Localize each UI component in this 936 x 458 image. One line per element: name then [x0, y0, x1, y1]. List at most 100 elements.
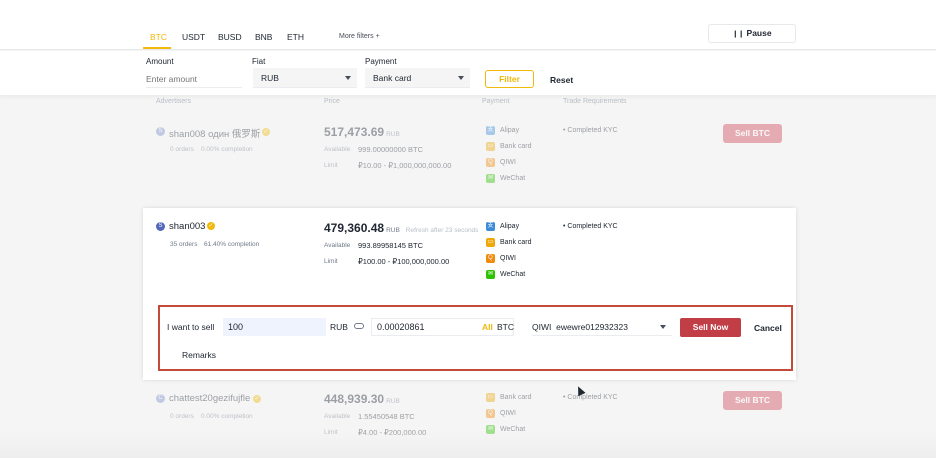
- price: 517,473.69 RUB: [324, 125, 400, 139]
- completion-rate: 0.00% completion: [201, 146, 253, 153]
- limit-label: Limit: [324, 258, 338, 265]
- fiat-select[interactable]: RUB: [253, 68, 357, 88]
- price-value: 517,473.69: [324, 125, 385, 139]
- caret-down-icon: [660, 325, 666, 329]
- available-label: Available: [324, 242, 351, 249]
- tab-btc[interactable]: BTC: [150, 32, 167, 42]
- price: 479,360.48 RUB Refresh after 23 seconds: [324, 221, 478, 235]
- listing-row: S shan008 один 俄罗斯 ✓ 0 orders 0.00% comp…: [143, 120, 796, 200]
- payment-method: QIWI: [500, 255, 516, 262]
- all-button[interactable]: All: [482, 322, 493, 332]
- wechat-icon: ✉: [486, 174, 495, 183]
- completion-rate: 0.00% completion: [201, 413, 253, 420]
- col-price: Price: [324, 98, 340, 105]
- payment-method: Bank card: [500, 239, 532, 246]
- fiat-label: Fiat: [252, 57, 266, 66]
- bottom-fade: [0, 432, 936, 458]
- sell-btc-button[interactable]: Sell BTC: [723, 124, 782, 143]
- qiwi-icon: Q: [486, 409, 495, 418]
- available-label: Available: [324, 146, 351, 153]
- col-trade-requirements: Trade Requirements: [563, 98, 627, 105]
- advertiser-name[interactable]: shan003: [169, 221, 205, 232]
- reset-button[interactable]: Reset: [550, 75, 573, 85]
- bank-card-icon: ▭: [486, 142, 495, 151]
- requirement-text: Completed KYC: [567, 127, 618, 134]
- top-bar: BTC USDT BUSD BNB ETH More filters + ❙❙ …: [0, 0, 936, 50]
- tab-eth[interactable]: ETH: [287, 32, 304, 42]
- verified-icon: ✓: [262, 128, 270, 136]
- wechat-icon: ✉: [486, 270, 495, 279]
- caret-down-icon: [458, 76, 464, 80]
- filter-button[interactable]: Filter: [485, 70, 534, 88]
- pause-button[interactable]: ❙❙ Pause: [708, 24, 796, 43]
- price-value: 448,939.30: [324, 392, 385, 406]
- verified-icon: ✓: [253, 395, 261, 403]
- payment-account-value: ewewre012932323: [556, 322, 628, 332]
- order-count: 0 orders: [170, 146, 194, 153]
- price-unit: RUB: [386, 131, 400, 138]
- fiat-unit: RUB: [330, 322, 348, 332]
- payment-method: Alipay: [500, 127, 520, 134]
- payment-method: WeChat: [500, 175, 526, 182]
- payment-method: Bank card: [500, 394, 532, 401]
- sell-order-panel: I want to sell 100 RUB 0.00020861 All BT…: [158, 305, 793, 371]
- trade-requirement: • Completed KYC: [563, 127, 618, 134]
- payment-select[interactable]: Bank card: [365, 68, 470, 88]
- available-value: 999.00000000 BTC: [358, 145, 424, 154]
- avatar: C: [156, 394, 165, 403]
- trade-requirement: • Completed KYC: [563, 394, 618, 401]
- limit-value: ₽10.00 - ₽1,000,000,000.00: [358, 161, 452, 170]
- more-filters-label: More filters: [339, 33, 374, 40]
- advertiser-name[interactable]: chattest20gezifujfle: [169, 393, 250, 404]
- bank-card-icon: ▭: [486, 238, 495, 247]
- price-unit: RUB: [386, 227, 400, 234]
- tab-bnb[interactable]: BNB: [255, 32, 272, 42]
- amount-label: Amount: [146, 57, 174, 66]
- sell-now-button[interactable]: Sell Now: [680, 318, 741, 337]
- limit-label: Limit: [324, 162, 338, 169]
- advertiser-name[interactable]: shan008 один 俄罗斯: [169, 126, 260, 140]
- payment-method: Alipay: [500, 223, 520, 230]
- amount-input[interactable]: [146, 71, 242, 88]
- limit-value: ₽100.00 - ₽100,000,000.00: [358, 257, 450, 266]
- completion-rate: 61.40% completion: [204, 241, 260, 248]
- fiat-value: RUB: [261, 73, 279, 83]
- fiat-amount-input[interactable]: 100: [223, 318, 326, 336]
- pause-icon: ❙❙: [732, 31, 745, 38]
- available-value: 993.89958145 BTC: [358, 241, 424, 250]
- alipay-icon: 支: [486, 222, 495, 231]
- price-unit: RUB: [386, 398, 400, 405]
- cancel-button[interactable]: Cancel: [754, 323, 782, 333]
- caret-down-icon: [345, 76, 351, 80]
- link-icon: [354, 323, 364, 329]
- payment-method: QIWI: [500, 410, 516, 417]
- tab-usdt[interactable]: USDT: [182, 32, 205, 42]
- want-to-sell-label: I want to sell: [167, 322, 215, 332]
- col-advertisers: Advertisers: [156, 98, 192, 105]
- payment-method-value: QIWI: [532, 322, 552, 332]
- more-filters-link[interactable]: More filters +: [339, 33, 380, 40]
- avatar: S: [156, 127, 165, 136]
- verified-icon: ✓: [207, 222, 215, 230]
- filter-bar: Amount Fiat RUB Payment Bank card Filter…: [0, 51, 936, 96]
- requirement-text: Completed KYC: [567, 394, 618, 401]
- payment-method: Bank card: [500, 143, 532, 150]
- qiwi-icon: Q: [486, 158, 495, 167]
- pause-label: Pause: [746, 28, 772, 38]
- remarks-label: Remarks: [182, 350, 217, 360]
- price: 448,939.30 RUB: [324, 392, 400, 406]
- bank-card-icon: ▭: [486, 393, 495, 402]
- payment-method: QIWI: [500, 159, 516, 166]
- available-label: Available: [324, 413, 351, 420]
- sell-btc-button[interactable]: Sell BTC: [723, 391, 782, 410]
- payment-method: WeChat: [500, 271, 526, 278]
- price-value: 479,360.48: [324, 221, 385, 235]
- payment-account-select[interactable]: QIWI ewewre012932323: [532, 318, 672, 336]
- refresh-countdown: Refresh after 23 seconds: [405, 227, 479, 234]
- avatar: S: [156, 222, 165, 231]
- crypto-unit: BTC: [497, 322, 514, 332]
- alipay-icon: 支: [486, 126, 495, 135]
- order-count: 0 orders: [170, 413, 194, 420]
- tab-busd[interactable]: BUSD: [218, 32, 242, 42]
- col-payment: Payment: [482, 98, 510, 105]
